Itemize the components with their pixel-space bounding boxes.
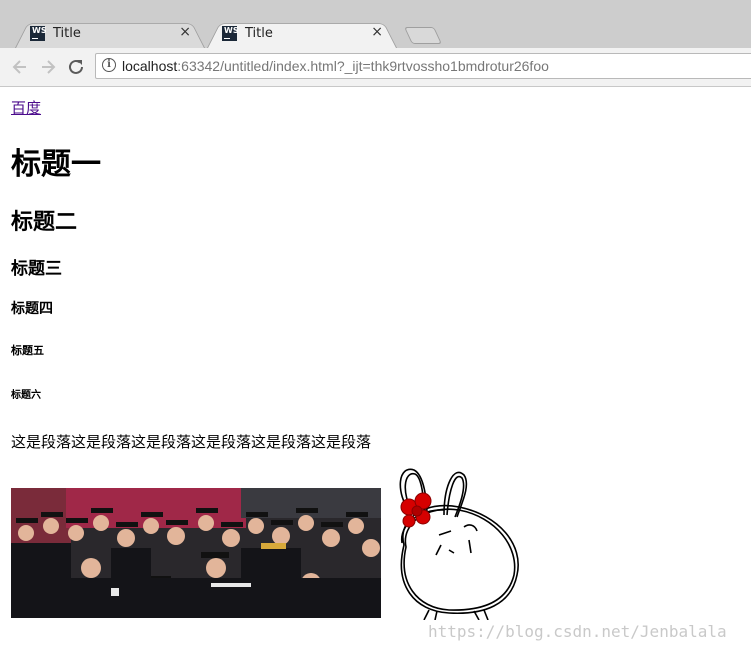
tab-strip: WS Title × WS Title × [0, 0, 751, 48]
reload-icon[interactable] [66, 57, 86, 77]
tab-2[interactable]: WS Title × [207, 18, 397, 48]
info-icon[interactable]: i [102, 58, 116, 72]
back-arrow-icon[interactable] [10, 57, 30, 77]
heading-5: 标题五 [11, 344, 44, 357]
tab-1[interactable]: WS Title × [15, 18, 205, 48]
heading-4: 标题四 [11, 301, 53, 317]
tab-title: Title [53, 26, 81, 41]
webstorm-icon: WS [30, 26, 47, 41]
heading-2: 标题二 [11, 210, 78, 235]
watermark-text: https://blog.csdn.net/Jenbalala [428, 622, 727, 641]
url-text: localhost:63342/untitled/index.html?_ijt… [122, 58, 549, 74]
baidu-link[interactable]: 百度 [11, 97, 41, 118]
browser-toolbar: i localhost:63342/untitled/index.html?_i… [0, 48, 751, 87]
heading-1: 标题一 [11, 147, 101, 182]
paragraph: 这是段落这是段落这是段落这是段落这是段落这是段落 [11, 433, 372, 451]
heading-3: 标题三 [11, 259, 62, 279]
heading-6: 标题六 [11, 390, 41, 401]
close-icon[interactable]: × [179, 24, 191, 40]
new-tab-button[interactable] [404, 27, 442, 44]
tab-title: Title [245, 26, 273, 41]
graduation-photo [11, 488, 381, 618]
close-icon[interactable]: × [371, 24, 383, 40]
webstorm-icon: WS [222, 26, 239, 41]
forward-arrow-icon[interactable] [38, 57, 58, 77]
bunny-doodle-image [389, 465, 524, 621]
address-bar[interactable]: i localhost:63342/untitled/index.html?_i… [95, 53, 751, 79]
